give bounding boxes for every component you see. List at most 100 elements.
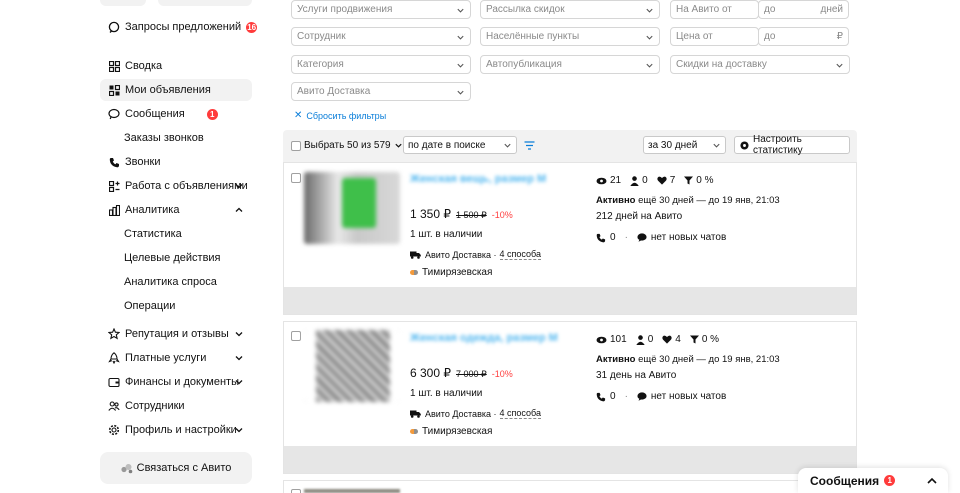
listing-price: 6 300 ₽	[410, 366, 451, 380]
messenger-widget[interactable]: Сообщения 1	[798, 468, 948, 493]
period-select[interactable]: за 30 дней	[643, 136, 726, 154]
chevron-down-icon	[457, 90, 464, 95]
chats-status: нет новых чатов	[650, 391, 727, 402]
on-avito-from-input[interactable]: На Авито от	[670, 0, 759, 19]
sidebar-item-paid-services[interactable]: Платные услуги	[100, 347, 252, 369]
sidebar-item-call-orders[interactable]: Заказы звонков	[100, 127, 252, 149]
messenger-badge: 1	[884, 475, 896, 486]
thumbnail-edge	[304, 330, 316, 402]
sidebar-item-statistics[interactable]: Статистика	[100, 223, 252, 245]
listing-title-link[interactable]: Женская вещь, размер M	[410, 172, 560, 187]
select-all-checkbox[interactable]	[291, 141, 301, 151]
price-to-input[interactable]: до ₽	[758, 27, 849, 46]
listing-checkbox[interactable]	[291, 489, 301, 493]
autopublish-select[interactable]: Автопубликация	[480, 55, 660, 74]
sidebar-item-summary[interactable]: Сводка	[100, 55, 252, 77]
chevron-down-icon	[235, 380, 243, 385]
employee-select[interactable]: Сотрудник	[291, 27, 471, 46]
listing-status: Активно ещё 30 дней — до 19 янв, 21:03	[596, 354, 780, 365]
configure-stats-button[interactable]: Настроить статистику	[734, 134, 850, 156]
delivery-methods-link[interactable]: 4 способа	[499, 408, 541, 419]
chat-icon	[637, 233, 647, 242]
select-count-dropdown[interactable]: Выбрать 50 из 579	[304, 140, 403, 151]
favorites-stat: 7	[657, 175, 675, 186]
listing-thumbnail[interactable]	[304, 489, 400, 493]
listing-thumbnail[interactable]	[304, 330, 400, 402]
input-placeholder: до	[764, 4, 776, 15]
eye-icon	[596, 177, 607, 184]
listing-title-link[interactable]: Женская одежда, размер M	[410, 331, 560, 346]
sidebar-item-label: Аналитика спроса	[124, 276, 217, 288]
sort-direction-button[interactable]	[524, 141, 535, 150]
contact-avito-button[interactable]: Связаться с Авито	[100, 452, 252, 484]
chevron-up-icon[interactable]	[926, 475, 938, 487]
sidebar-item-target-actions[interactable]: Целевые действия	[100, 247, 252, 269]
discount-mailing-select[interactable]: Рассылка скидок	[480, 0, 660, 19]
settlements-select[interactable]: Населённые пункты	[480, 27, 660, 46]
stock-info: 1 шт. в наличии	[410, 388, 482, 399]
sidebar-item-analytics[interactable]: Аналитика	[100, 199, 252, 221]
listing-stats: 21 0 7 0 %	[596, 175, 722, 186]
sidebar-item-finance[interactable]: Финансы и документы	[100, 371, 252, 393]
eye-icon	[596, 336, 607, 343]
sidebar-item-label: Платные услуги	[125, 352, 207, 364]
conversion-stat: 0 %	[684, 175, 713, 186]
sidebar-item-listing-work[interactable]: Работа с объявлениями	[100, 175, 252, 197]
currency-suffix: ₽	[836, 31, 843, 42]
separator-dot: ·	[624, 391, 628, 402]
delivery-discounts-select[interactable]: Скидки на доставку	[670, 55, 850, 74]
select-count-label: Выбрать 50 из 579	[304, 140, 391, 151]
sidebar-item-calls[interactable]: Звонки	[100, 151, 252, 173]
contacts-count: 0	[642, 175, 648, 186]
chevron-down-icon	[457, 63, 464, 68]
listing-stats: 101 0 4 0 %	[596, 334, 728, 345]
chevron-down-icon	[646, 63, 653, 68]
employees-icon	[108, 400, 120, 412]
gear-icon	[108, 424, 120, 436]
select-placeholder: Сотрудник	[297, 31, 346, 42]
sidebar-item-requests[interactable]: Запросы предложений 16	[100, 16, 258, 38]
avito-delivery-select[interactable]: Авито Доставка	[291, 82, 471, 101]
chats-status: нет новых чатов	[650, 232, 727, 243]
sidebar-item-demand-analytics[interactable]: Аналитика спроса	[100, 271, 252, 293]
chat-icon	[637, 392, 647, 401]
delivery-text: Авито Доставка ·	[425, 249, 497, 260]
days-suffix: дней	[820, 4, 843, 15]
select-placeholder: Скидки на доставку	[676, 59, 767, 70]
contacts-stat: 0	[635, 334, 653, 345]
sidebar-item-messages[interactable]: Сообщения 1	[100, 103, 252, 125]
views-count: 101	[610, 334, 627, 345]
sort-select[interactable]: по дате в поиске	[403, 136, 517, 154]
chevron-down-icon	[836, 63, 843, 68]
delivery-methods-link[interactable]: 4 способа	[499, 249, 541, 260]
funnel-icon	[684, 176, 694, 185]
sidebar-item-employees[interactable]: Сотрудники	[100, 395, 252, 417]
select-placeholder: Рассылка скидок	[486, 4, 565, 15]
listing-price: 1 350 ₽	[410, 207, 451, 221]
delivery-text: Авито Доставка ·	[425, 408, 497, 419]
listing-checkbox[interactable]	[291, 173, 301, 183]
chevron-down-icon	[504, 143, 511, 148]
sidebar-item-reputation[interactable]: Репутация и отзывы	[100, 323, 252, 345]
category-select[interactable]: Категория	[291, 55, 471, 74]
listing-checkbox[interactable]	[291, 331, 301, 341]
promotion-services-select[interactable]: Услуги продвижения	[291, 0, 471, 19]
top-tab-stub	[158, 0, 252, 6]
wallet-icon	[108, 376, 120, 388]
sidebar-item-label: Целевые действия	[124, 252, 221, 264]
listing-thumbnail[interactable]	[304, 172, 400, 244]
truck-icon	[410, 251, 421, 259]
listing-old-price: 1 500 ₽	[456, 210, 487, 220]
sidebar-item-my-listings[interactable]: Мои объявления	[100, 79, 252, 101]
sidebar-item-profile-settings[interactable]: Профиль и настройки	[100, 419, 252, 441]
reset-filters-link[interactable]: ✕ Сбросить фильтры	[294, 110, 386, 121]
calls-chats-row: 0 · нет новых чатов	[596, 232, 726, 243]
sidebar-item-label: Сообщения	[125, 108, 185, 120]
price-from-input[interactable]: Цена от	[670, 27, 759, 46]
heart-icon	[662, 335, 672, 344]
on-avito-to-input[interactable]: до дней	[758, 0, 849, 19]
sidebar-item-operations[interactable]: Операции	[100, 295, 252, 317]
sidebar-item-label: Запросы предложений	[125, 21, 242, 33]
listing-card-footer	[284, 446, 856, 473]
chevron-down-icon	[457, 35, 464, 40]
